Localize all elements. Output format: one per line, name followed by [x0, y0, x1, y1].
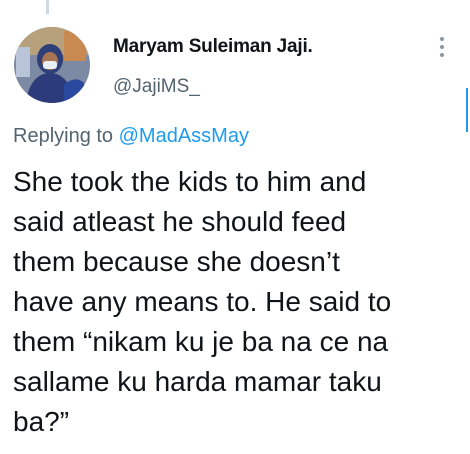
tweet-text-line: sallame ku harda mamar taku: [13, 366, 382, 397]
tweet-text: She took the kids to him and said atleas…: [13, 162, 465, 442]
author-display-name[interactable]: Maryam Suleiman Jaji.: [113, 36, 313, 58]
tweet-text-line: said atleast he should feed: [13, 206, 347, 237]
tweet-text-line: She took the kids to him and: [13, 166, 367, 197]
tweet-text-line: have any means to. He said to: [13, 286, 392, 317]
reply-mention-link[interactable]: @MadAssMay: [119, 125, 249, 147]
person-avatar-icon: [14, 27, 90, 103]
tweet-card: Maryam Suleiman Jaji. @JajiMS_ Replying …: [0, 0, 470, 454]
author-handle[interactable]: @JajiMS_: [113, 76, 200, 98]
tweet-text-line: ba?”: [13, 406, 70, 437]
avatar[interactable]: [14, 27, 90, 103]
tweet-text-line: them because she doesn’t: [13, 246, 340, 277]
scrollbar-indicator[interactable]: [466, 88, 468, 132]
more-options-icon[interactable]: [434, 37, 450, 63]
replying-to: Replying to @MadAssMay: [13, 125, 249, 148]
tweet-text-line: them “nikam ku je ba na ce na: [13, 326, 389, 357]
replying-to-label: Replying to: [13, 125, 114, 147]
thread-connector-line: [46, 0, 49, 14]
